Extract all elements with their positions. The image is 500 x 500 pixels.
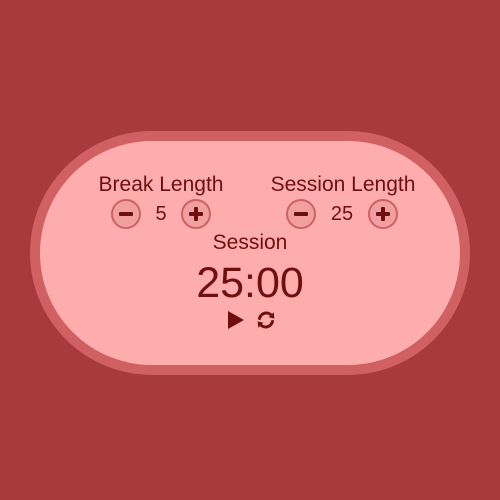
session-increment-button[interactable] [368, 199, 398, 229]
plus-circle-icon [189, 207, 203, 221]
session-length-label: Session Length [270, 173, 416, 196]
minus-circle-icon [119, 212, 133, 216]
break-decrement-button[interactable] [111, 199, 141, 229]
app-stage: Break Length Session Length 5 25 Session… [0, 0, 500, 500]
break-length-value: 5 [155, 203, 167, 225]
minus-circle-icon [294, 212, 308, 216]
reset-button[interactable] [255, 309, 277, 331]
play-icon [228, 311, 244, 329]
plus-circle-icon [376, 207, 390, 221]
break-length-label: Break Length [98, 173, 224, 196]
time-left: 25:00 [196, 259, 304, 307]
break-increment-button[interactable] [181, 199, 211, 229]
session-length-value: 25 [330, 203, 354, 225]
session-decrement-button[interactable] [286, 199, 316, 229]
refresh-icon [257, 311, 275, 329]
timer-label: Session [212, 231, 288, 254]
start-stop-button[interactable] [225, 309, 247, 331]
